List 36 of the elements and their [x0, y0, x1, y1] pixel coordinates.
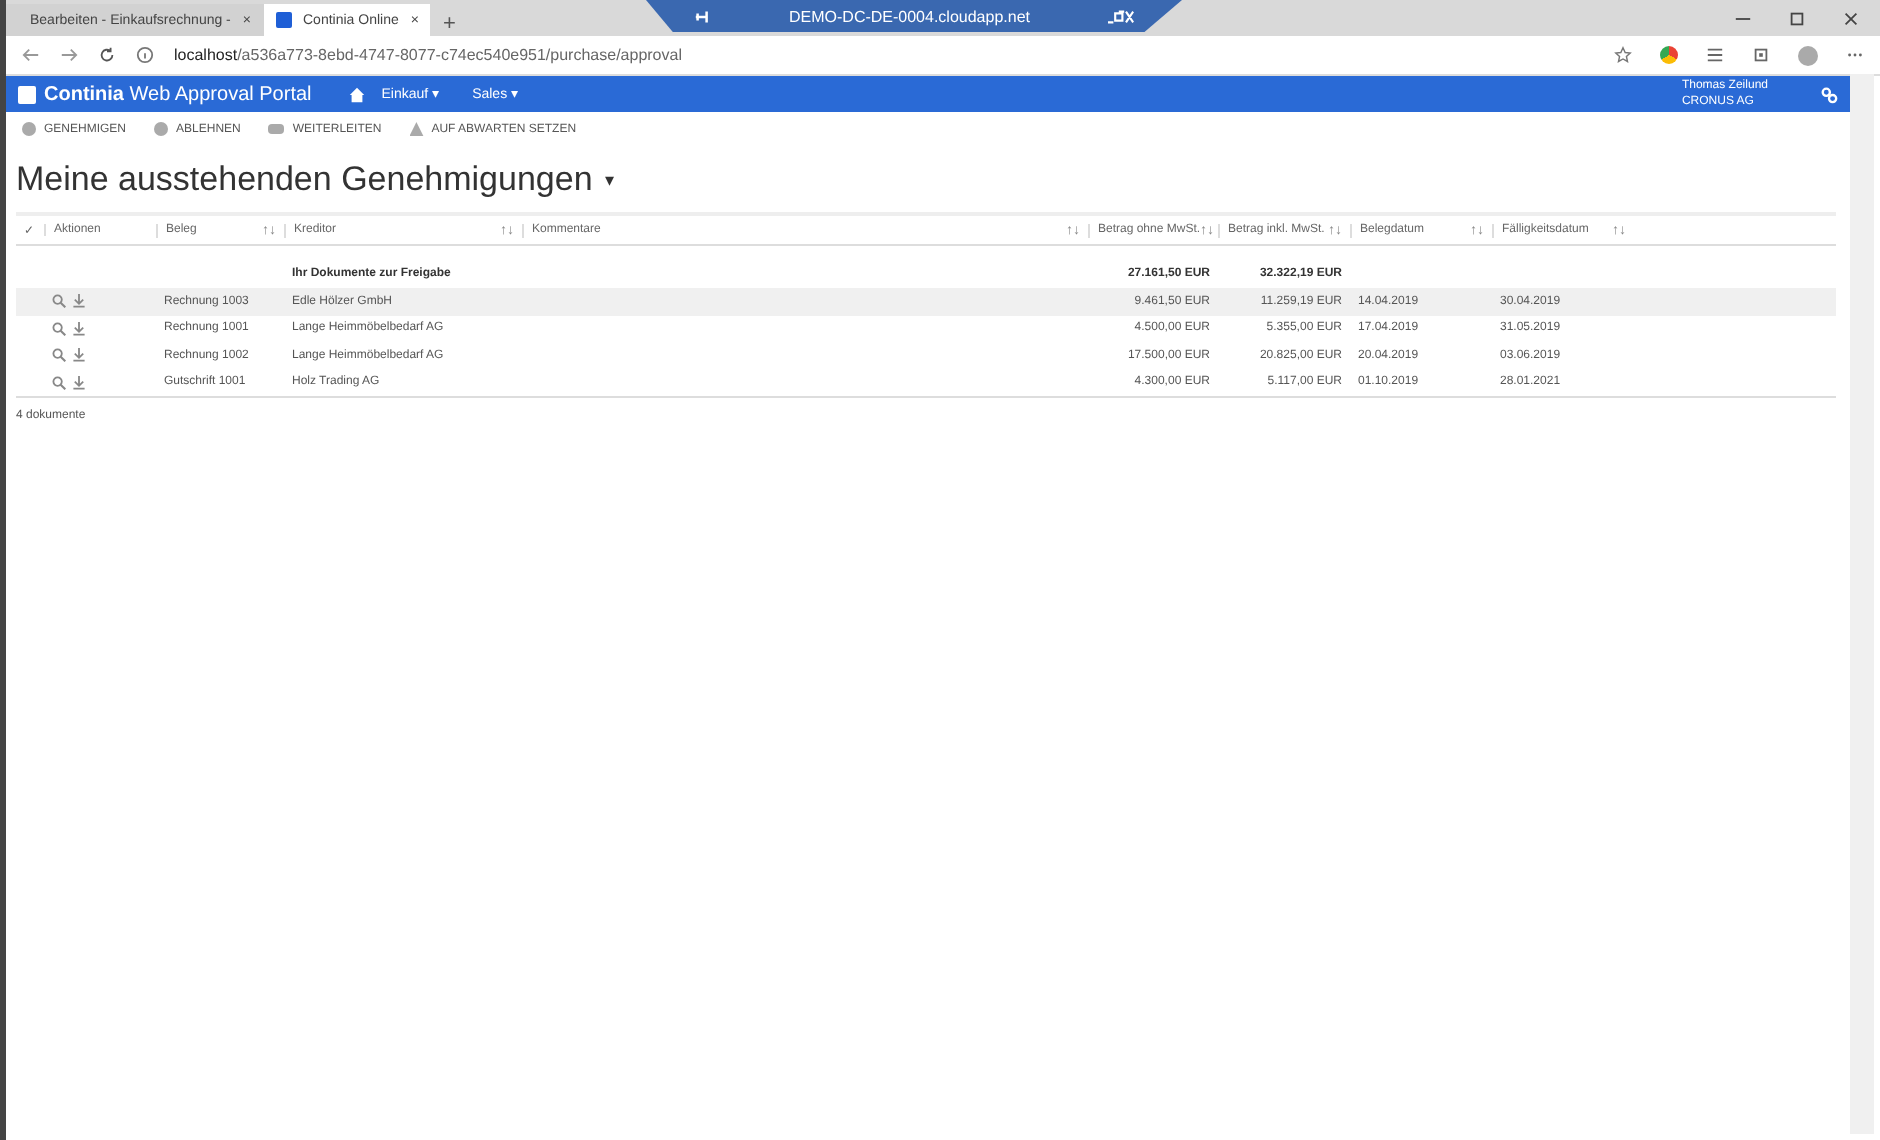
warning-icon — [409, 122, 424, 136]
star-icon[interactable] — [1614, 46, 1632, 64]
search-icon[interactable] — [52, 375, 66, 390]
avatar-icon[interactable] — [1798, 45, 1818, 65]
info-icon[interactable] — [136, 46, 154, 64]
new-tab-button[interactable]: + — [430, 12, 468, 36]
restore-icon[interactable] — [1788, 9, 1806, 27]
page-title: Meine ausstehenden Genehmigungen — [16, 160, 593, 200]
page-icon — [275, 12, 291, 28]
extension-icon[interactable] — [1660, 46, 1678, 64]
search-icon[interactable] — [52, 321, 66, 336]
address-field[interactable]: localhost/a536a773-8ebd-4747-8077-c74ec540e951/purchase/approval — [174, 46, 1594, 64]
logo-icon — [18, 85, 36, 103]
download-icon[interactable] — [72, 375, 86, 390]
search-icon[interactable] — [52, 294, 66, 309]
home-icon[interactable] — [347, 85, 366, 103]
caret-icon[interactable]: ▾ — [604, 170, 615, 190]
reload-icon[interactable] — [98, 46, 116, 64]
connection-title: DEMO-DC-DE-0004.cloudapp.net — [789, 7, 1030, 25]
forward-icon — [268, 124, 285, 134]
check-circle-icon — [22, 122, 36, 136]
back-icon[interactable] — [22, 46, 40, 64]
download-icon[interactable] — [72, 348, 86, 363]
close-icon[interactable] — [1842, 9, 1860, 27]
pin-icon[interactable] — [694, 7, 712, 25]
favorites-icon[interactable] — [1706, 46, 1724, 64]
download-icon[interactable] — [72, 321, 86, 336]
scrollbar[interactable] — [1850, 74, 1874, 1134]
download-icon[interactable] — [72, 294, 86, 309]
collections-icon[interactable] — [1752, 46, 1770, 64]
forward-icon[interactable] — [60, 46, 78, 64]
brand-name: Continia Web Approval Portal — [44, 83, 312, 105]
search-icon[interactable] — [52, 348, 66, 363]
settings-icon[interactable] — [1820, 85, 1838, 103]
x-circle-icon — [154, 122, 169, 136]
window-controls-icon[interactable] — [1107, 7, 1134, 25]
